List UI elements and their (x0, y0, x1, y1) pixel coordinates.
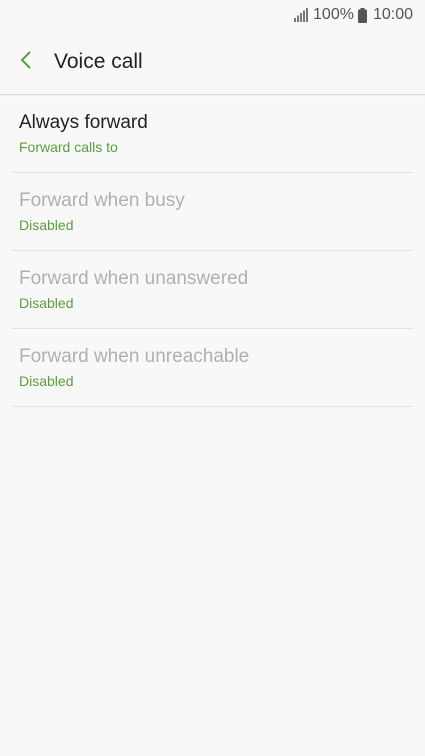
back-button[interactable] (0, 30, 52, 94)
item-subtitle: Forward calls to (19, 138, 118, 155)
battery-icon (357, 7, 367, 23)
status-bar: 100% 10:00 (0, 0, 425, 30)
item-subtitle: Disabled (19, 294, 74, 311)
list-item-forward-when-unreachable[interactable]: Forward when unreachable Disabled (12, 329, 413, 407)
item-subtitle: Disabled (19, 372, 74, 389)
screen: 100% 10:00 Voice call Always forward For… (0, 0, 425, 756)
signal-icon (294, 8, 309, 22)
list-item-forward-when-unanswered[interactable]: Forward when unanswered Disabled (12, 251, 413, 329)
settings-list: Always forward Forward calls to Forward … (0, 95, 425, 407)
item-title: Forward when unanswered (19, 267, 249, 289)
item-title: Always forward (19, 111, 148, 133)
item-title: Forward when busy (19, 189, 185, 211)
clock-time: 10:00 (372, 6, 413, 23)
battery-percent: 100% (313, 6, 354, 23)
list-item-forward-when-busy[interactable]: Forward when busy Disabled (12, 173, 413, 251)
page-title: Voice call (54, 50, 143, 73)
item-subtitle: Disabled (19, 216, 74, 233)
list-item-always-forward[interactable]: Always forward Forward calls to (12, 95, 413, 173)
app-bar: Voice call (0, 30, 425, 95)
item-title: Forward when unreachable (19, 345, 250, 367)
chevron-left-icon (19, 50, 33, 75)
